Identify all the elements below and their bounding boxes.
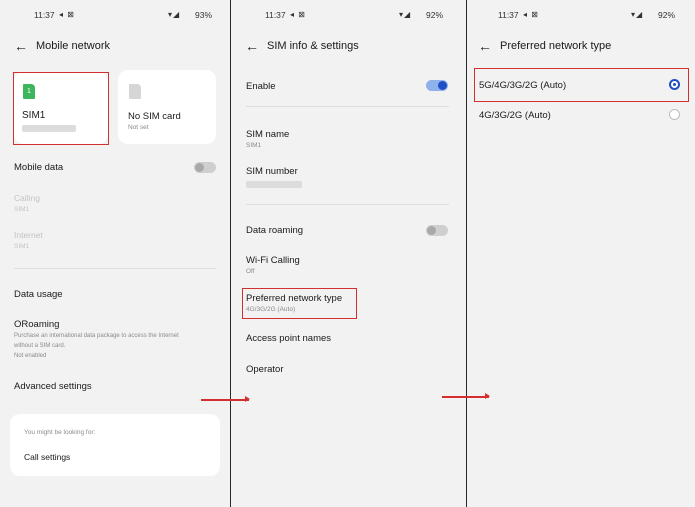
sim2-label: No SIM card bbox=[128, 111, 181, 122]
sim-number-redacted bbox=[246, 181, 302, 188]
signal-icon: ▾◢ bbox=[399, 10, 412, 19]
mobile-network-screen: 11:37 ◂ ⊠ ▾◢ 93% ← Mobile network 1 SIM1… bbox=[0, 0, 230, 507]
oroaming-desc-line2: without a SIM card. bbox=[14, 343, 66, 349]
page-title: Mobile network bbox=[36, 40, 110, 52]
page-header: ← Mobile network bbox=[14, 38, 110, 54]
internet-sub: SIM1 bbox=[14, 243, 30, 250]
sim-card-empty-icon bbox=[129, 84, 141, 99]
page-header: ← Preferred network type bbox=[478, 38, 611, 54]
calling-sub: SIM1 bbox=[14, 206, 30, 213]
divider bbox=[246, 106, 449, 107]
advanced-settings-item[interactable]: Advanced settings bbox=[14, 381, 92, 392]
page-header: ← SIM info & settings bbox=[245, 38, 359, 54]
calling-label: Calling bbox=[14, 193, 40, 203]
back-arrow-icon[interactable]: ← bbox=[478, 38, 500, 54]
enable-toggle[interactable] bbox=[426, 80, 448, 91]
battery-level: 93% bbox=[195, 10, 213, 20]
option-4g-radio[interactable] bbox=[669, 109, 680, 120]
notification-icons: ◂ ⊠ bbox=[523, 10, 539, 19]
oroaming-status: Not enabled bbox=[14, 353, 47, 359]
highlight-box bbox=[474, 68, 689, 102]
mobile-data-label: Mobile data bbox=[14, 162, 64, 173]
sim2-card[interactable]: No SIM card Not set bbox=[118, 70, 216, 144]
back-arrow-icon[interactable]: ← bbox=[245, 38, 267, 54]
signal-icon: ▾◢ bbox=[631, 10, 644, 19]
divider bbox=[14, 268, 216, 269]
preferred-network-screen: 11:37 ◂ ⊠ ▾◢ 92% ← Preferred network typ… bbox=[467, 0, 695, 507]
enable-label: Enable bbox=[246, 81, 276, 92]
wifi-calling-value: Off bbox=[246, 268, 255, 275]
status-time: 11:37 bbox=[498, 10, 519, 20]
suggestions-heading: You might be looking for: bbox=[24, 429, 96, 436]
oroaming-label[interactable]: ORoaming bbox=[14, 319, 59, 330]
sim-number-label[interactable]: SIM number bbox=[246, 166, 298, 177]
battery-level: 92% bbox=[658, 10, 676, 20]
signal-icon: ▾◢ bbox=[168, 10, 181, 19]
highlight-box bbox=[242, 288, 357, 319]
suggestions-card: You might be looking for: Call settings bbox=[10, 414, 220, 476]
status-time: 11:37 bbox=[34, 10, 55, 20]
call-settings-link[interactable]: Call settings bbox=[24, 452, 70, 462]
status-time: 11:37 bbox=[265, 10, 286, 20]
access-point-names-item[interactable]: Access point names bbox=[246, 333, 331, 344]
back-arrow-icon[interactable]: ← bbox=[14, 38, 36, 54]
operator-item[interactable]: Operator bbox=[246, 364, 284, 375]
sim-info-screen: 11:37 ◂ ⊠ ▾◢ 92% ← SIM info & settings E… bbox=[231, 0, 466, 507]
wifi-calling-label[interactable]: Wi-Fi Calling bbox=[246, 255, 300, 266]
notification-icons: ◂ ⊠ bbox=[290, 10, 306, 19]
notification-icons: ◂ ⊠ bbox=[59, 10, 75, 19]
flow-arrow bbox=[201, 396, 250, 402]
highlight-box bbox=[13, 72, 109, 145]
flow-arrow bbox=[442, 393, 490, 399]
internet-label: Internet bbox=[14, 230, 43, 240]
sim-name-value: SIM1 bbox=[246, 142, 262, 149]
divider bbox=[246, 204, 449, 205]
sim2-status: Not set bbox=[128, 124, 149, 131]
data-usage-item[interactable]: Data usage bbox=[14, 289, 63, 300]
option-4g-label[interactable]: 4G/3G/2G (Auto) bbox=[479, 110, 551, 121]
battery-level: 92% bbox=[426, 10, 444, 20]
page-title: Preferred network type bbox=[500, 40, 612, 52]
data-roaming-toggle[interactable] bbox=[426, 225, 448, 236]
data-roaming-label: Data roaming bbox=[246, 225, 304, 236]
oroaming-desc-line1: Purchase an international data package t… bbox=[14, 333, 179, 339]
page-title: SIM info & settings bbox=[267, 40, 359, 52]
mobile-data-toggle[interactable] bbox=[194, 162, 216, 173]
sim-name-label[interactable]: SIM name bbox=[246, 129, 289, 140]
